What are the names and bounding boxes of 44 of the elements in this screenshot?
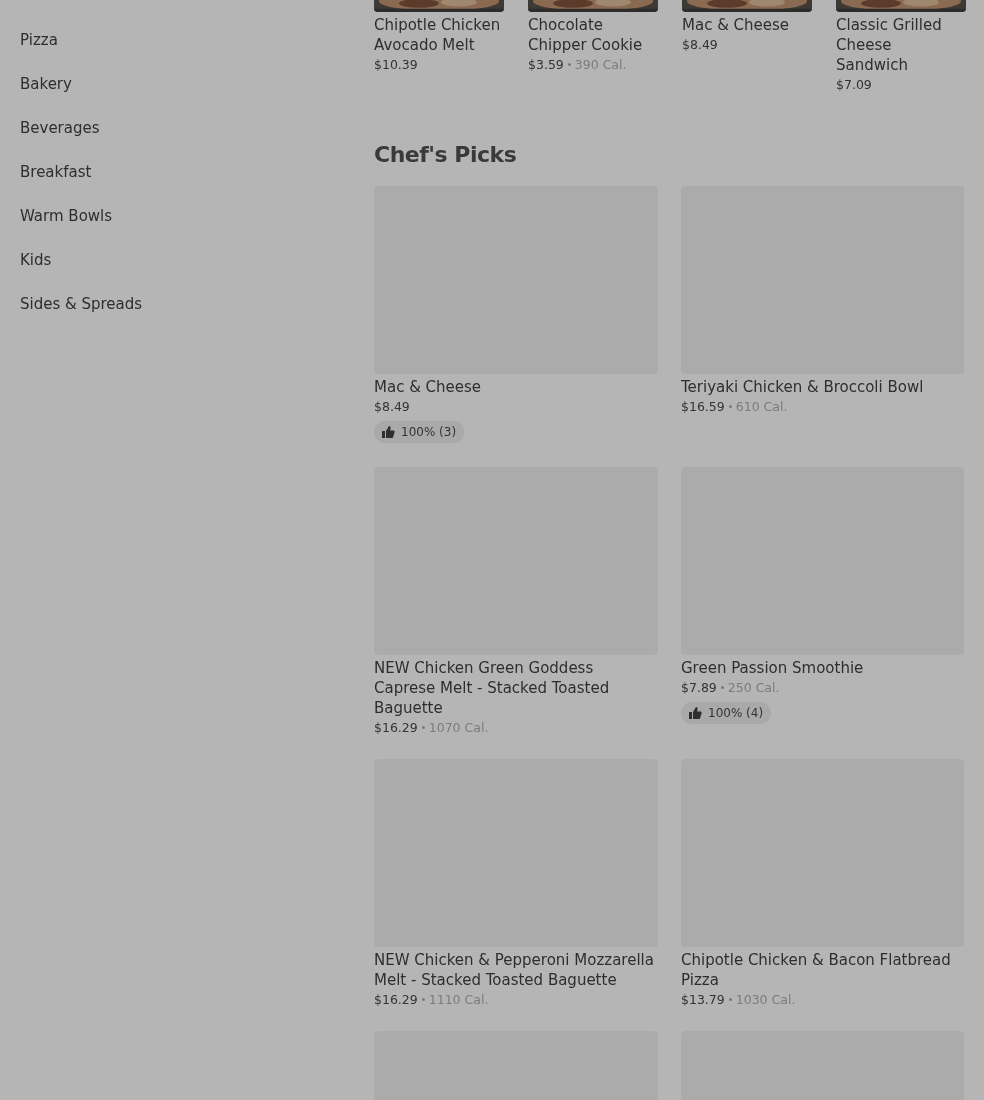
item-calories: 1070 Cal. [428, 720, 489, 735]
separator-dot-icon [421, 998, 425, 1001]
separator-dot-icon [421, 726, 425, 729]
item-calories: 610 Cal. [735, 399, 788, 414]
item-name[interactable]: Chocolate Chipper Cookie [528, 15, 658, 55]
item-name[interactable]: Chipotle Chicken Avocado Melt [374, 15, 504, 55]
category-link[interactable]: Sides & Spreads [20, 293, 143, 315]
thumbs-up-icon [382, 426, 395, 438]
item-name[interactable]: Mac & Cheese [682, 15, 812, 35]
thumbs-up-icon [689, 707, 702, 719]
item-name[interactable]: NEW Chicken Green Goddess Caprese Melt - Stacked Toasted Baguette [374, 658, 658, 718]
item-price: $8.49 [682, 37, 718, 52]
item-name[interactable]: Teriyaki Chicken & Broccoli Bowl [681, 377, 964, 397]
category-link[interactable]: Bakery [20, 73, 72, 95]
separator-dot-icon [728, 998, 732, 1001]
category-link[interactable]: Warm Bowls [20, 205, 113, 227]
item-price: $10.39 [374, 57, 418, 72]
separator-dot-icon [720, 686, 724, 689]
item-calories: 390 Cal. [574, 57, 627, 72]
rating-badge: 100% (4) [681, 702, 772, 724]
category-link[interactable]: Kids [20, 249, 52, 271]
item-name[interactable]: Mac & Cheese [374, 377, 658, 397]
category-link[interactable]: Breakfast [20, 161, 92, 183]
item-price: $8.49 [374, 399, 410, 414]
section-heading: Chef's Picks [374, 142, 518, 167]
separator-dot-icon [567, 63, 571, 66]
item-name[interactable]: Classic Grilled Cheese Sandwich [836, 15, 966, 75]
item-calories: 250 Cal. [727, 680, 780, 695]
item-price: $7.09 [836, 77, 872, 92]
item-price: $3.59 [528, 57, 564, 72]
separator-dot-icon [728, 405, 732, 408]
item-price: $13.79 [681, 992, 725, 1007]
item-price: $16.29 [374, 992, 418, 1007]
item-name[interactable]: Chipotle Chicken & Bacon Flatbread Pizza [681, 950, 964, 990]
item-price: $16.59 [681, 399, 725, 414]
item-calories: 1030 Cal. [735, 992, 796, 1007]
item-price: $16.29 [374, 720, 418, 735]
item-calories: 1110 Cal. [428, 992, 489, 1007]
item-name[interactable]: Green Passion Smoothie [681, 658, 964, 678]
item-price: $7.89 [681, 680, 717, 695]
category-link[interactable]: Beverages [20, 117, 100, 139]
category-link[interactable]: Pizza [20, 29, 58, 51]
item-name[interactable]: NEW Chicken & Pepperoni Mozzarella Melt - Stacked Toasted Baguette [374, 950, 658, 990]
rating-badge: 100% (3) [374, 421, 465, 443]
